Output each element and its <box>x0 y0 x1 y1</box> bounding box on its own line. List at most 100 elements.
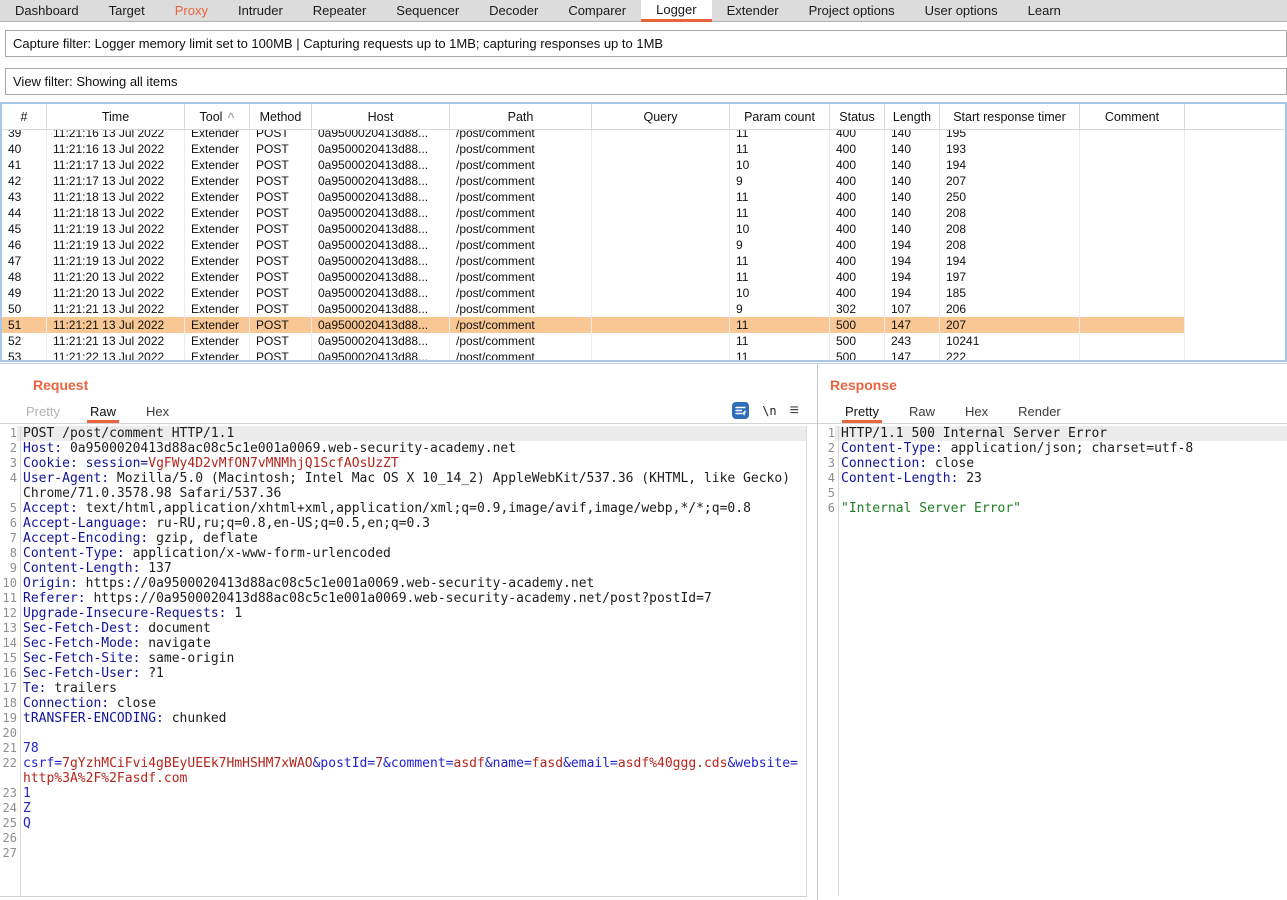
table-row[interactable]: 4611:21:19 13 Jul 2022ExtenderPOST0a9500… <box>2 237 1185 253</box>
table-row[interactable]: 4511:21:19 13 Jul 2022ExtenderPOST0a9500… <box>2 221 1185 237</box>
response-editor[interactable]: 1HTTP/1.1 500 Internal Server Error2Cont… <box>818 426 1287 896</box>
menu-tab-extender[interactable]: Extender <box>712 0 794 21</box>
column-header-comment[interactable]: Comment <box>1080 104 1185 129</box>
table-row[interactable]: 4111:21:17 13 Jul 2022ExtenderPOST0a9500… <box>2 157 1185 173</box>
column-header-num[interactable]: # <box>2 104 47 129</box>
cell-method: POST <box>250 205 312 221</box>
cell-path: /post/comment <box>450 269 592 285</box>
column-header-method[interactable]: Method <box>250 104 312 129</box>
response-tab-pretty[interactable]: Pretty <box>842 404 882 423</box>
table-row[interactable]: 5011:21:21 13 Jul 2022ExtenderPOST0a9500… <box>2 301 1185 317</box>
response-tab-render[interactable]: Render <box>1015 404 1064 423</box>
request-editor[interactable]: 1POST /post/comment HTTP/1.12Host: 0a950… <box>0 426 807 897</box>
line-number: 10 <box>0 576 17 591</box>
cell-host: 0a9500020413d88... <box>312 253 450 269</box>
cell-start-response-timer: 185 <box>940 285 1080 301</box>
column-header-start-response-timer[interactable]: Start response timer <box>940 104 1080 129</box>
response-tab-raw[interactable]: Raw <box>906 404 938 423</box>
line-number: 25 <box>0 816 17 831</box>
cell-time: 11:21:16 13 Jul 2022 <box>47 130 185 141</box>
cell-length: 194 <box>885 237 940 253</box>
menu-tab-logger[interactable]: Logger <box>641 0 711 22</box>
table-row[interactable]: 4311:21:18 13 Jul 2022ExtenderPOST0a9500… <box>2 189 1185 205</box>
cell-query <box>592 317 730 333</box>
request-tab-raw[interactable]: Raw <box>87 404 119 423</box>
line-content: Sec-Fetch-Dest: document <box>17 621 806 636</box>
column-header-status[interactable]: Status <box>830 104 885 129</box>
capture-filter-bar[interactable]: Capture filter: Logger memory limit set … <box>5 30 1287 57</box>
column-header-query[interactable]: Query <box>592 104 730 129</box>
cell-length: 243 <box>885 333 940 349</box>
request-tab-pretty[interactable]: Pretty <box>23 404 63 423</box>
wrap-format-icon[interactable] <box>732 402 749 419</box>
table-row[interactable]: 4911:21:20 13 Jul 2022ExtenderPOST0a9500… <box>2 285 1185 301</box>
cell-status: 400 <box>830 173 885 189</box>
menu-tab-dashboard[interactable]: Dashboard <box>0 0 94 21</box>
cell-host: 0a9500020413d88... <box>312 141 450 157</box>
table-row[interactable]: 4211:21:17 13 Jul 2022ExtenderPOST0a9500… <box>2 173 1185 189</box>
response-tab-hex[interactable]: Hex <box>962 404 991 423</box>
table-row[interactable]: 3911:21:16 13 Jul 2022ExtenderPOST0a9500… <box>2 130 1185 141</box>
cell-time: 11:21:21 13 Jul 2022 <box>47 317 185 333</box>
column-header-tool[interactable]: Tool^ <box>185 104 250 129</box>
table-row[interactable]: 5211:21:21 13 Jul 2022ExtenderPOST0a9500… <box>2 333 1185 349</box>
message-editors: Request PrettyRawHex \n≡ 1POST /post/com… <box>0 363 1287 900</box>
request-tab-hex[interactable]: Hex <box>143 404 172 423</box>
cell-host: 0a9500020413d88... <box>312 269 450 285</box>
menu-tab-intruder[interactable]: Intruder <box>223 0 298 21</box>
table-row[interactable]: 5111:21:21 13 Jul 2022ExtenderPOST0a9500… <box>2 317 1185 333</box>
line-number: 13 <box>0 621 17 636</box>
column-header-param-count[interactable]: Param count <box>730 104 830 129</box>
cell-tool: Extender <box>185 333 250 349</box>
table-row[interactable]: 4411:21:18 13 Jul 2022ExtenderPOST0a9500… <box>2 205 1185 221</box>
line-content <box>17 831 806 846</box>
table-row[interactable]: 4011:21:16 13 Jul 2022ExtenderPOST0a9500… <box>2 141 1185 157</box>
menu-tab-project-options[interactable]: Project options <box>794 0 910 21</box>
column-header-host[interactable]: Host <box>312 104 450 129</box>
menu-tab-decoder[interactable]: Decoder <box>474 0 553 21</box>
newline-icon[interactable]: \n <box>762 402 776 419</box>
line-content: Content-Length: 137 <box>17 561 806 576</box>
editor-line: 5Accept: text/html,application/xhtml+xml… <box>0 501 806 516</box>
cell-start-response-timer: 208 <box>940 237 1080 253</box>
line-number: 12 <box>0 606 17 621</box>
menu-tab-repeater[interactable]: Repeater <box>298 0 381 21</box>
line-number: 4 <box>0 471 17 486</box>
menu-tab-proxy[interactable]: Proxy <box>160 0 223 21</box>
editor-line: 2Content-Type: application/json; charset… <box>818 441 1287 456</box>
menu-tab-target[interactable]: Target <box>94 0 160 21</box>
table-row[interactable]: 4811:21:20 13 Jul 2022ExtenderPOST0a9500… <box>2 269 1185 285</box>
line-number: 26 <box>0 831 17 846</box>
column-header-path[interactable]: Path <box>450 104 592 129</box>
cell-param-count: 11 <box>730 130 830 141</box>
table-row[interactable]: 5311:21:22 13 Jul 2022ExtenderPOST0a9500… <box>2 349 1185 360</box>
cell-tool: Extender <box>185 157 250 173</box>
line-content: Te: trailers <box>17 681 806 696</box>
menu-tab-comparer[interactable]: Comparer <box>553 0 641 21</box>
editor-line: 13Sec-Fetch-Dest: document <box>0 621 806 636</box>
table-row[interactable]: 4711:21:19 13 Jul 2022ExtenderPOST0a9500… <box>2 253 1185 269</box>
cell-host: 0a9500020413d88... <box>312 189 450 205</box>
column-header-time[interactable]: Time <box>47 104 185 129</box>
menu-tab-learn[interactable]: Learn <box>1013 0 1076 21</box>
column-header-label: Query <box>643 110 677 124</box>
cell-time: 11:21:22 13 Jul 2022 <box>47 349 185 360</box>
cell-comment <box>1080 269 1185 285</box>
line-number: 20 <box>0 726 17 741</box>
cell-status: 400 <box>830 269 885 285</box>
cell-length: 194 <box>885 285 940 301</box>
menu-tab-user-options[interactable]: User options <box>910 0 1013 21</box>
line-content: Z <box>17 801 806 816</box>
cell-comment <box>1080 130 1185 141</box>
cell-param-count: 11 <box>730 317 830 333</box>
cell-param-count: 9 <box>730 301 830 317</box>
editor-line: 6Accept-Language: ru-RU,ru;q=0.8,en-US;q… <box>0 516 806 531</box>
cell-param-count: 10 <box>730 285 830 301</box>
cell-param-count: 11 <box>730 349 830 360</box>
cell-path: /post/comment <box>450 173 592 189</box>
menu-icon[interactable]: ≡ <box>790 402 799 419</box>
menu-tab-sequencer[interactable]: Sequencer <box>381 0 474 21</box>
view-filter-bar[interactable]: View filter: Showing all items <box>5 68 1287 95</box>
column-header-length[interactable]: Length <box>885 104 940 129</box>
cell-comment <box>1080 157 1185 173</box>
